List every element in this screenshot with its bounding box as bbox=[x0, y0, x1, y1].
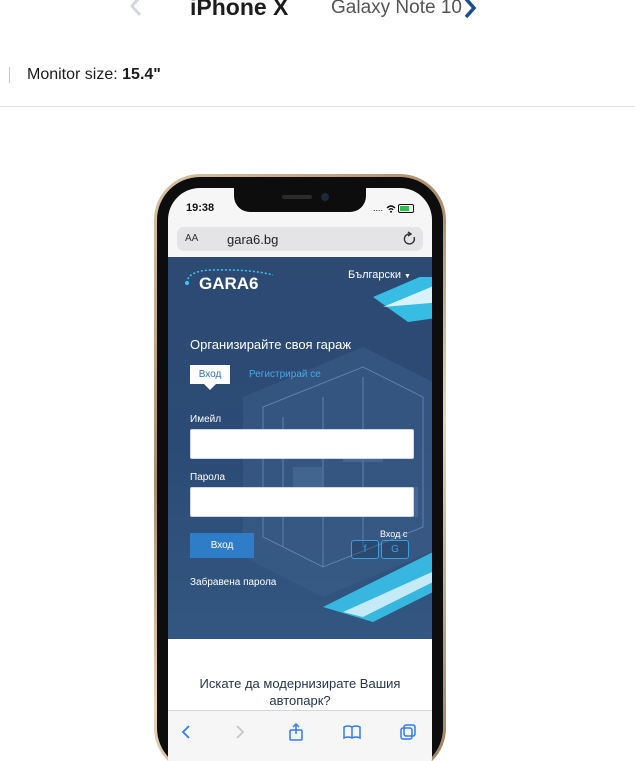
device-switcher: iPhone X Galaxy Note 10 bbox=[0, 0, 635, 40]
tab-login[interactable]: Вход bbox=[190, 365, 230, 390]
text-size-button[interactable]: AA bbox=[185, 233, 198, 244]
monitor-size-label: Monitor size: bbox=[27, 66, 118, 83]
reload-icon[interactable] bbox=[403, 231, 417, 247]
status-time: 19:38 bbox=[186, 202, 215, 214]
wifi-icon bbox=[386, 204, 395, 213]
language-selector[interactable]: Български ▼ bbox=[348, 269, 411, 281]
address-bar[interactable]: AA gara6.bg bbox=[177, 227, 423, 251]
current-device-name: iPhone X bbox=[190, 0, 289, 20]
website-hero: GARA6 Български ▼ Организирайте своя гар… bbox=[168, 257, 432, 639]
password-field[interactable] bbox=[190, 487, 414, 517]
phone-notch bbox=[234, 188, 366, 212]
logo-text: GARA6 bbox=[199, 274, 259, 293]
divider bbox=[0, 106, 635, 107]
divider bbox=[9, 67, 10, 83]
monitor-size: Monitor size: 15.4" bbox=[27, 66, 161, 84]
bookmarks-icon[interactable] bbox=[342, 722, 362, 742]
tab-register[interactable]: Регистрирай се bbox=[249, 369, 321, 380]
browser-toolbar bbox=[168, 710, 432, 761]
monitor-size-row: Monitor size: 15.4" bbox=[0, 60, 635, 90]
teaser-section: Искате да модернизирате Вашия автопарк? bbox=[168, 639, 432, 719]
camera bbox=[321, 193, 329, 201]
caret-down-icon: ▼ bbox=[404, 273, 411, 280]
social-login-label: Вход с bbox=[380, 529, 408, 539]
hero-headline: Организирайте своя гараж bbox=[190, 337, 352, 352]
login-button[interactable]: Вход bbox=[190, 533, 254, 558]
phone-frame: 19:38 .... AA gara6.bg GARA6 Български ▼… bbox=[154, 174, 446, 761]
speaker bbox=[282, 195, 312, 199]
url-text[interactable]: gara6.bg bbox=[227, 232, 278, 247]
forward-icon[interactable] bbox=[230, 722, 250, 742]
chevron-left-icon[interactable] bbox=[126, 0, 148, 19]
language-label: Български bbox=[348, 269, 401, 281]
phone-screen: 19:38 .... AA gara6.bg GARA6 Български ▼… bbox=[168, 188, 432, 761]
share-icon[interactable] bbox=[286, 722, 306, 742]
forgot-password-link[interactable]: Забравена парола bbox=[190, 577, 276, 588]
facebook-login-button[interactable]: f bbox=[351, 540, 379, 559]
email-label: Имейл bbox=[190, 414, 222, 425]
status-icons: .... bbox=[373, 203, 415, 214]
chevron-right-icon[interactable] bbox=[462, 0, 478, 21]
back-icon[interactable] bbox=[176, 722, 196, 742]
tabs-icon[interactable] bbox=[398, 722, 418, 742]
next-device-name[interactable]: Galaxy Note 10 bbox=[331, 0, 462, 19]
teaser-text: Искате да модернизирате Вашия автопарк? bbox=[199, 676, 401, 708]
gara6-logo[interactable]: GARA6 bbox=[181, 267, 277, 293]
password-label: Парола bbox=[190, 472, 226, 483]
email-field[interactable] bbox=[190, 429, 414, 459]
signal-icon: .... bbox=[373, 203, 384, 213]
google-login-button[interactable]: G bbox=[381, 540, 409, 559]
battery-icon bbox=[398, 204, 415, 214]
monitor-size-value: 15.4" bbox=[122, 66, 161, 83]
